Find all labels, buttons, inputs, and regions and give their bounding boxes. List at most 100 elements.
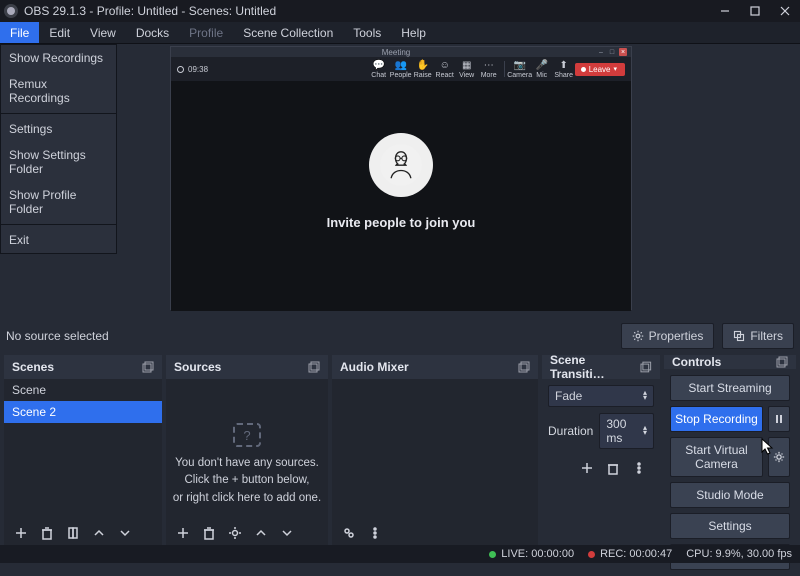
studio-mode-button[interactable]: Studio Mode [670, 482, 790, 508]
duration-label: Duration [548, 424, 593, 438]
chat-button: 💬Chat [368, 60, 390, 79]
scene-item[interactable]: Scene [4, 379, 162, 401]
captured-max-icon: □ [608, 48, 616, 56]
add-source-button[interactable] [174, 524, 192, 542]
recording-status: REC: 00:00:47 [588, 548, 672, 560]
more-button: ⋯More [478, 60, 500, 79]
add-transition-button[interactable] [578, 459, 596, 477]
chevron-down-icon: ▾ [613, 65, 617, 73]
preview-video[interactable]: Meeting – □ × 09:38 💬Chat 👥People ✋Raise… [170, 46, 632, 310]
context-bar: No source selected Properties Filters [0, 319, 800, 353]
properties-label: Properties [649, 329, 704, 343]
add-scene-button[interactable] [12, 524, 30, 542]
duration-value: 300 ms [606, 417, 643, 445]
menu-view[interactable]: View [80, 22, 126, 43]
raise-button: ✋Raise [412, 60, 434, 79]
sources-toolbar [166, 521, 328, 545]
start-virtual-camera-button[interactable]: Start Virtual Camera [670, 437, 763, 477]
menu-show-settings-folder[interactable]: Show Settings Folder [1, 142, 116, 182]
remove-scene-button[interactable] [38, 524, 56, 542]
remove-transition-button[interactable] [604, 459, 622, 477]
menu-docks[interactable]: Docks [126, 22, 179, 43]
menu-exit[interactable]: Exit [1, 227, 116, 253]
sources-header[interactable]: Sources [166, 355, 328, 379]
scenes-title: Scenes [12, 360, 54, 374]
maximize-button[interactable] [740, 0, 770, 22]
move-scene-up-button[interactable] [90, 524, 108, 542]
captured-window-titlebar: Meeting – □ × [171, 47, 631, 57]
popout-icon[interactable] [776, 356, 788, 368]
meeting-time: 09:38 [177, 65, 208, 74]
meeting-toolbar: 09:38 💬Chat 👥People ✋Raise ☺React ▦View … [171, 57, 631, 81]
window-title: OBS 29.1.3 - Profile: Untitled - Scenes:… [24, 4, 276, 18]
pause-recording-button[interactable] [768, 406, 790, 432]
scene-filter-button[interactable] [64, 524, 82, 542]
titlebar: OBS 29.1.3 - Profile: Untitled - Scenes:… [0, 0, 800, 22]
filters-button[interactable]: Filters [722, 323, 794, 349]
captured-min-icon: – [597, 48, 605, 56]
transition-value: Fade [555, 389, 582, 403]
minimize-button[interactable] [710, 0, 740, 22]
menu-help[interactable]: Help [391, 22, 436, 43]
move-scene-down-button[interactable] [116, 524, 134, 542]
view-button: ▦View [456, 60, 478, 79]
file-dropdown: Show Recordings Remux Recordings Setting… [0, 44, 117, 254]
menu-show-recordings[interactable]: Show Recordings [1, 45, 116, 71]
scenes-list[interactable]: Scene Scene 2 [4, 379, 162, 521]
move-source-down-button[interactable] [278, 524, 296, 542]
leave-icon [581, 67, 586, 72]
live-status: LIVE: 00:00:00 [489, 548, 574, 560]
gear-icon [632, 330, 644, 342]
menu-profile[interactable]: Profile [179, 22, 233, 43]
source-properties-button[interactable] [226, 524, 244, 542]
popout-icon[interactable] [142, 361, 154, 373]
menu-edit[interactable]: Edit [39, 22, 80, 43]
clock-icon [177, 66, 184, 73]
chevron-updown-icon: ▴▾ [643, 426, 647, 436]
menu-settings[interactable]: Settings [1, 116, 116, 142]
empty-line: You don't have any sources. [166, 455, 328, 472]
recording-text: REC: 00:00:47 [600, 548, 672, 560]
chevron-updown-icon: ▴▾ [643, 391, 647, 401]
no-source-label: No source selected [6, 329, 109, 343]
docks-row: Scenes Scene Scene 2 Sources You don't h… [0, 355, 800, 545]
mixer-header[interactable]: Audio Mixer [332, 355, 538, 379]
scenes-dock: Scenes Scene Scene 2 [4, 355, 162, 545]
close-button[interactable] [770, 0, 800, 22]
properties-button[interactable]: Properties [621, 323, 715, 349]
filters-label: Filters [750, 329, 783, 343]
live-indicator-icon [489, 551, 496, 558]
transition-select[interactable]: Fade ▴▾ [548, 385, 654, 407]
menubar: File Edit View Docks Profile Scene Colle… [0, 22, 800, 44]
popout-icon[interactable] [308, 361, 320, 373]
sources-empty-state: You don't have any sources. Click the + … [166, 423, 328, 507]
remove-source-button[interactable] [200, 524, 218, 542]
menu-show-profile-folder[interactable]: Show Profile Folder [1, 182, 116, 222]
preview-area: Meeting – □ × 09:38 💬Chat 👥People ✋Raise… [117, 44, 800, 319]
scenes-header[interactable]: Scenes [4, 355, 162, 379]
start-streaming-button[interactable]: Start Streaming [670, 375, 790, 401]
transitions-header[interactable]: Scene Transiti… [542, 355, 660, 379]
settings-button[interactable]: Settings [670, 513, 790, 539]
captured-close-icon: × [619, 48, 627, 56]
empty-image-icon [233, 423, 261, 447]
menu-file[interactable]: File [0, 22, 39, 43]
menu-scene-collection[interactable]: Scene Collection [233, 22, 343, 43]
menu-tools[interactable]: Tools [343, 22, 391, 43]
stop-recording-button[interactable]: Stop Recording [670, 406, 763, 432]
scene-item-selected[interactable]: Scene 2 [4, 401, 162, 423]
captured-window-title: Meeting [195, 48, 597, 57]
transition-menu-button[interactable] [630, 459, 648, 477]
sources-list[interactable]: You don't have any sources. Click the + … [166, 379, 328, 521]
popout-icon[interactable] [518, 361, 530, 373]
people-button: 👥People [390, 60, 412, 79]
app-logo-icon [4, 4, 18, 18]
mixer-menu-button[interactable] [366, 524, 384, 542]
menu-remux-recordings[interactable]: Remux Recordings [1, 71, 116, 111]
advanced-audio-button[interactable] [340, 524, 358, 542]
popout-icon[interactable] [640, 361, 652, 373]
controls-header[interactable]: Controls [664, 355, 796, 369]
duration-spinner[interactable]: 300 ms ▴▾ [599, 413, 654, 449]
meeting-time-text: 09:38 [188, 65, 208, 74]
move-source-up-button[interactable] [252, 524, 270, 542]
